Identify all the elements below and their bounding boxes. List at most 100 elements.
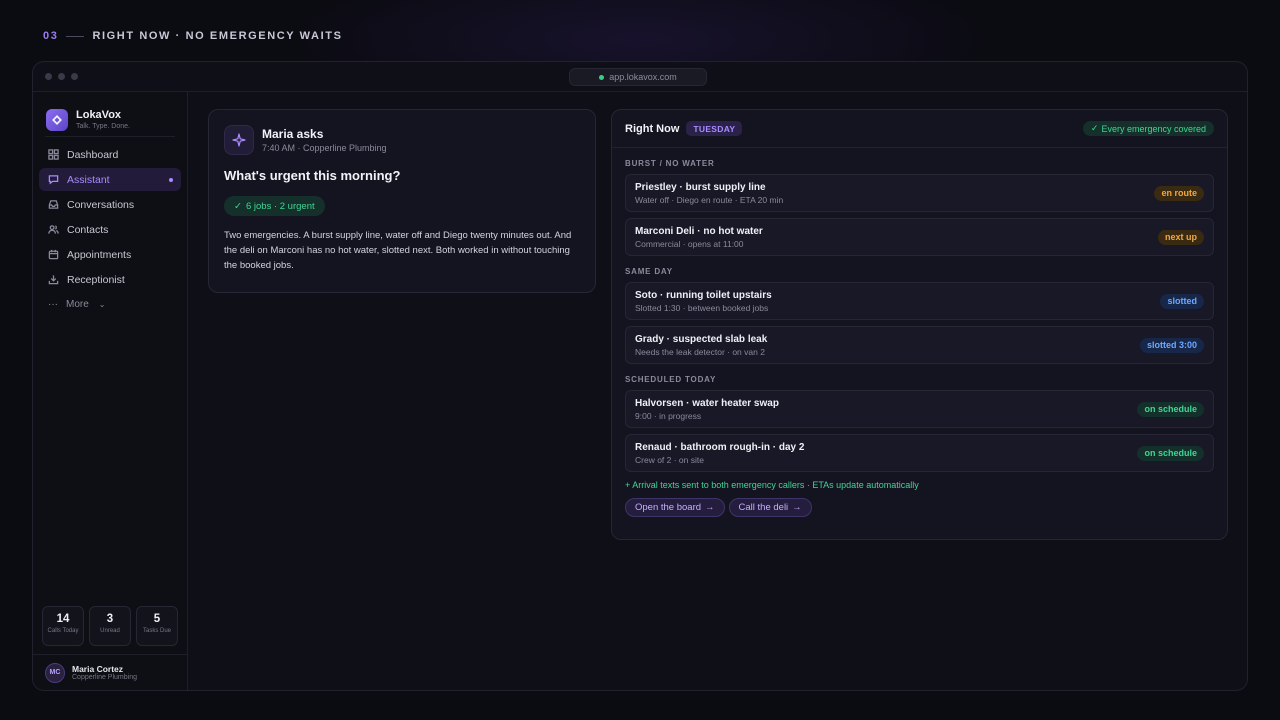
chevron-down-icon: ⌄	[98, 300, 106, 309]
section-title: RIGHT NOW · NO EMERGENCY WAITS	[92, 30, 343, 42]
inbox-icon	[48, 200, 59, 209]
status-badge: slotted 3:00	[1139, 337, 1204, 353]
job-detail: Commercial · opens at 11:00	[635, 238, 744, 249]
sidebar-nav: Dashboard Assistant Conversations Contac…	[33, 143, 187, 316]
window-controls	[45, 73, 78, 80]
sidebar-item-label: Contacts	[67, 223, 109, 236]
user-name: Maria Cortez	[72, 664, 124, 674]
job-detail: Slotted 1:30 · between booked jobs	[635, 302, 769, 313]
day-badge: TUESDAY	[686, 121, 743, 136]
stat-tasks-due[interactable]: 5 Tasks Due	[136, 606, 178, 646]
brand[interactable]: LokaVox Talk. Type. Done.	[33, 92, 187, 136]
status-badge: next up	[1157, 229, 1204, 245]
lokavox-logo-icon	[46, 109, 68, 131]
brand-tagline: Talk. Type. Done.	[76, 123, 130, 130]
job-row-marconi-deli[interactable]: Marconi Deli · no hot water Commercial ·…	[625, 218, 1214, 256]
job-title: Renaud · bathroom rough-in · day 2	[635, 441, 805, 453]
sidebar-item-label: Appointments	[67, 248, 132, 261]
call-deli-button[interactable]: Call the deli →	[728, 498, 812, 517]
user-org: Copperline Plumbing	[72, 674, 137, 681]
panel-title: Right Now	[625, 122, 680, 135]
job-detail: Needs the leak detector · on van 2	[635, 346, 765, 357]
users-icon	[48, 225, 59, 234]
group-label-burst: BURST / NO WATER	[625, 159, 715, 168]
chat-icon	[48, 175, 59, 185]
job-title: Halvorsen · water heater swap	[635, 397, 779, 409]
minimize-dot[interactable]	[58, 73, 65, 80]
job-title: Grady · suspected slab leak	[635, 333, 768, 345]
sidebar-item-conversations[interactable]: Conversations	[39, 193, 181, 216]
sidebar-stats: 14 Calls Today 3 Unread 5 Tasks Due	[42, 606, 178, 646]
question-author: Maria asks	[262, 127, 324, 141]
assistant-question-card: Maria asks 7:40 AM · Copperline Plumbing…	[208, 109, 596, 293]
status-badge: en route	[1154, 185, 1204, 201]
avatar: MC	[45, 662, 65, 683]
job-row-soto[interactable]: Soto · running toilet upstairs Slotted 1…	[625, 282, 1214, 320]
question-text: What's urgent this morning?	[224, 168, 401, 183]
more-dots-icon: ···	[48, 299, 58, 310]
sidebar-item-assistant[interactable]: Assistant	[39, 168, 181, 191]
coverage-label: Every emergency covered	[1101, 123, 1206, 134]
stat-calls-today[interactable]: 14 Calls Today	[42, 606, 84, 646]
arrival-texts-note: + Arrival texts sent to both emergency c…	[625, 480, 919, 490]
sparkle-icon	[224, 125, 254, 155]
job-title: Marconi Deli · no hot water	[635, 225, 763, 237]
job-title: Soto · running toilet upstairs	[635, 289, 772, 301]
check-icon: ✓	[234, 200, 242, 212]
url-text: app.lokavox.com	[609, 72, 677, 82]
arrow-right-icon: →	[705, 502, 715, 513]
close-dot[interactable]	[45, 73, 52, 80]
status-badge: on schedule	[1137, 401, 1204, 417]
sidebar-item-receptionist[interactable]: Receptionist	[39, 268, 181, 291]
button-label: Call the deli	[738, 502, 789, 513]
brand-divider	[45, 136, 175, 137]
panel-header: Right Now TUESDAY ✓ Every emergency cove…	[612, 110, 1227, 148]
sidebar-item-label: Assistant	[67, 173, 110, 186]
eyebrow-divider	[66, 35, 85, 37]
window-titlebar: app.lokavox.com	[33, 62, 1247, 92]
question-meta: 7:40 AM · Copperline Plumbing	[262, 143, 387, 153]
stat-label: Calls Today	[47, 628, 79, 634]
job-row-halvorsen[interactable]: Halvorsen · water heater swap 9:00 · in …	[625, 390, 1214, 428]
section-number: 03	[43, 30, 59, 42]
section-eyebrow: 03 RIGHT NOW · NO EMERGENCY WAITS	[43, 29, 343, 43]
maximize-dot[interactable]	[71, 73, 78, 80]
sidebar-item-label: Receptionist	[67, 273, 125, 286]
more-label: More	[66, 299, 89, 310]
button-label: Open the board	[635, 502, 702, 513]
sidebar-more-toggle[interactable]: ··· More ⌄	[39, 293, 181, 316]
sidebar-item-appointments[interactable]: Appointments	[39, 243, 181, 266]
sidebar-item-dashboard[interactable]: Dashboard	[39, 143, 181, 166]
download-icon	[48, 275, 59, 285]
stat-value: 3	[106, 613, 114, 625]
status-badge: on schedule	[1137, 445, 1204, 461]
secure-status-icon	[599, 74, 605, 80]
brand-name: LokaVox	[76, 109, 122, 121]
job-detail: Crew of 2 · on site	[635, 454, 704, 465]
app-window: app.lokavox.com LokaVox Talk. Type. Done…	[32, 61, 1248, 691]
sidebar-item-contacts[interactable]: Contacts	[39, 218, 181, 241]
stat-unread[interactable]: 3 Unread	[89, 606, 131, 646]
user-profile[interactable]: MC Maria Cortez Copperline Plumbing	[33, 654, 187, 690]
active-indicator	[169, 177, 173, 182]
open-board-button[interactable]: Open the board →	[625, 498, 725, 517]
sidebar-item-label: Dashboard	[67, 148, 119, 161]
jobs-summary-badge: ✓ 6 jobs · 2 urgent	[224, 196, 325, 216]
coverage-status-badge: ✓ Every emergency covered	[1082, 121, 1214, 136]
stat-label: Tasks Due	[142, 628, 171, 634]
job-row-grady[interactable]: Grady · suspected slab leak Needs the le…	[625, 326, 1214, 364]
job-row-renaud[interactable]: Renaud · bathroom rough-in · day 2 Crew …	[625, 434, 1214, 472]
question-header: Maria asks 7:40 AM · Copperline Plumbing	[224, 125, 580, 155]
calendar-icon	[48, 249, 59, 260]
address-bar[interactable]: app.lokavox.com	[569, 68, 707, 86]
job-row-priestley[interactable]: Priestley · burst supply line Water off …	[625, 174, 1214, 212]
grid-icon	[48, 149, 59, 160]
check-icon: ✓	[1090, 123, 1099, 133]
right-now-panel: Right Now TUESDAY ✓ Every emergency cove…	[611, 109, 1228, 540]
assistant-answer: Two emergencies. A burst supply line, wa…	[224, 230, 572, 271]
job-title: Priestley · burst supply line	[635, 181, 766, 193]
arrow-right-icon: →	[792, 502, 802, 513]
status-badge: slotted	[1160, 293, 1204, 309]
badge-label: 6 jobs · 2 urgent	[245, 200, 315, 212]
job-detail: 9:00 · in progress	[635, 410, 702, 421]
